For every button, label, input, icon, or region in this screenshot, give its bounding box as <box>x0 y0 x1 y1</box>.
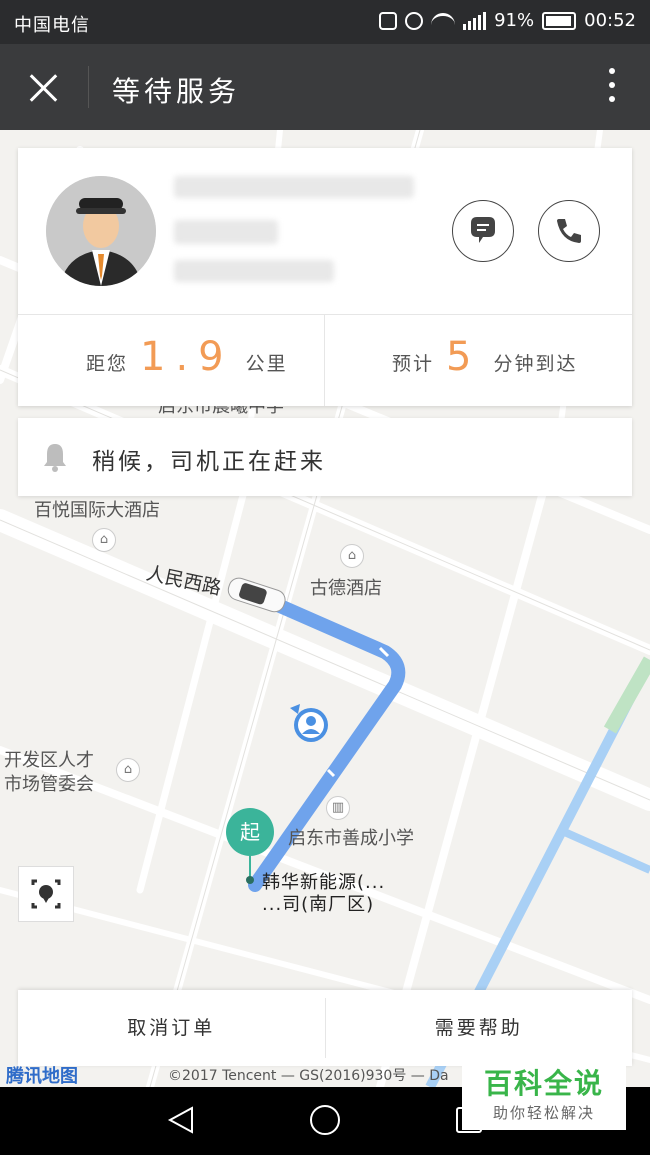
signal-icon <box>463 11 487 30</box>
alarm-icon <box>405 11 424 30</box>
pickup-address-line-2: ...司(南厂区) <box>262 894 375 915</box>
back-icon[interactable] <box>166 1105 196 1135</box>
clock: 00:52 <box>584 10 636 31</box>
hotel-icon: ⌂ <box>92 528 116 552</box>
battery-percent: 91% <box>494 10 535 31</box>
tencent-map-logo: 腾讯地图 <box>6 1066 78 1087</box>
map-label-office-1: 开发区人才 <box>4 750 94 771</box>
bell-icon <box>44 444 66 472</box>
pickup-address: 韩华新能源(... ...司(南厂区) <box>262 872 385 916</box>
map-label-school: 启东市善成小学 <box>288 828 414 849</box>
message-icon <box>471 217 495 243</box>
my-location-icon <box>290 704 328 742</box>
distance-value: 1.9 <box>140 334 234 380</box>
title-divider <box>88 66 89 108</box>
home-icon[interactable] <box>310 1105 340 1135</box>
driver-card: 距您 1.9 公里 预计 5 分钟到达 <box>18 148 632 406</box>
school-icon: ▥ <box>326 796 350 820</box>
car-model-redacted <box>174 260 334 282</box>
call-driver-button[interactable] <box>538 200 600 262</box>
distance-prefix: 距您 <box>86 353 129 375</box>
wifi-icon <box>431 12 456 29</box>
bottom-action-bar: 取消订单 需要帮助 <box>18 990 632 1066</box>
notice-text: 稍候，司机正在赶来 <box>92 449 326 475</box>
watermark-subtitle: 助你轻松解决 <box>492 1104 595 1122</box>
eta-prefix: 预计 <box>392 353 435 375</box>
watermark-title: 百科全说 <box>483 1067 604 1100</box>
car-icon <box>227 577 286 613</box>
status-notice: 稍候，司机正在赶来 <box>18 418 632 496</box>
driver-name-redacted <box>174 176 414 198</box>
distance-unit: 公里 <box>245 353 288 375</box>
map-label-hotel-1: 百悦国际大酒店 <box>34 500 160 521</box>
driver-avatar <box>46 176 156 286</box>
map-label-hotel-2: 古德酒店 <box>310 578 382 599</box>
status-icons: 91% 00:52 <box>379 10 636 31</box>
card-divider-vertical <box>324 314 325 406</box>
eta-stat: 预计 5 分钟到达 <box>392 334 577 380</box>
attribution-text: ©2017 Tencent — GS(2016)930号 — Da <box>168 1068 449 1084</box>
phone-icon <box>557 219 581 243</box>
distance-stat: 距您 1.9 公里 <box>86 334 288 380</box>
pickup-address-line-1: 韩华新能源(... <box>262 872 386 893</box>
carrier-label: 中国电信 <box>14 15 90 36</box>
status-bar: 中国电信 91% 00:52 <box>0 0 650 44</box>
vibrate-icon <box>379 11 398 30</box>
title-bar: 等待服务 <box>0 44 650 130</box>
map-label-office-2: 市场管委会 <box>4 774 94 795</box>
government-icon: ⌂ <box>116 758 140 782</box>
watermark: 百科全说 助你轻松解决 <box>462 1058 626 1130</box>
hotel-icon: ⌂ <box>340 544 364 568</box>
start-marker: 起 <box>226 808 274 856</box>
more-options-icon[interactable] <box>608 68 616 106</box>
eta-unit: 分钟到达 <box>493 353 578 375</box>
locate-button[interactable] <box>18 866 74 922</box>
page-title: 等待服务 <box>112 75 241 108</box>
start-point <box>246 876 254 884</box>
message-driver-button[interactable] <box>452 200 514 262</box>
eta-value: 5 <box>446 334 482 380</box>
battery-icon <box>542 11 577 30</box>
locate-icon <box>31 879 61 909</box>
plate-redacted <box>174 220 278 244</box>
need-help-button[interactable]: 需要帮助 <box>326 990 633 1066</box>
cancel-order-button[interactable]: 取消订单 <box>18 990 325 1066</box>
card-divider <box>18 314 632 315</box>
close-icon[interactable] <box>28 72 60 104</box>
